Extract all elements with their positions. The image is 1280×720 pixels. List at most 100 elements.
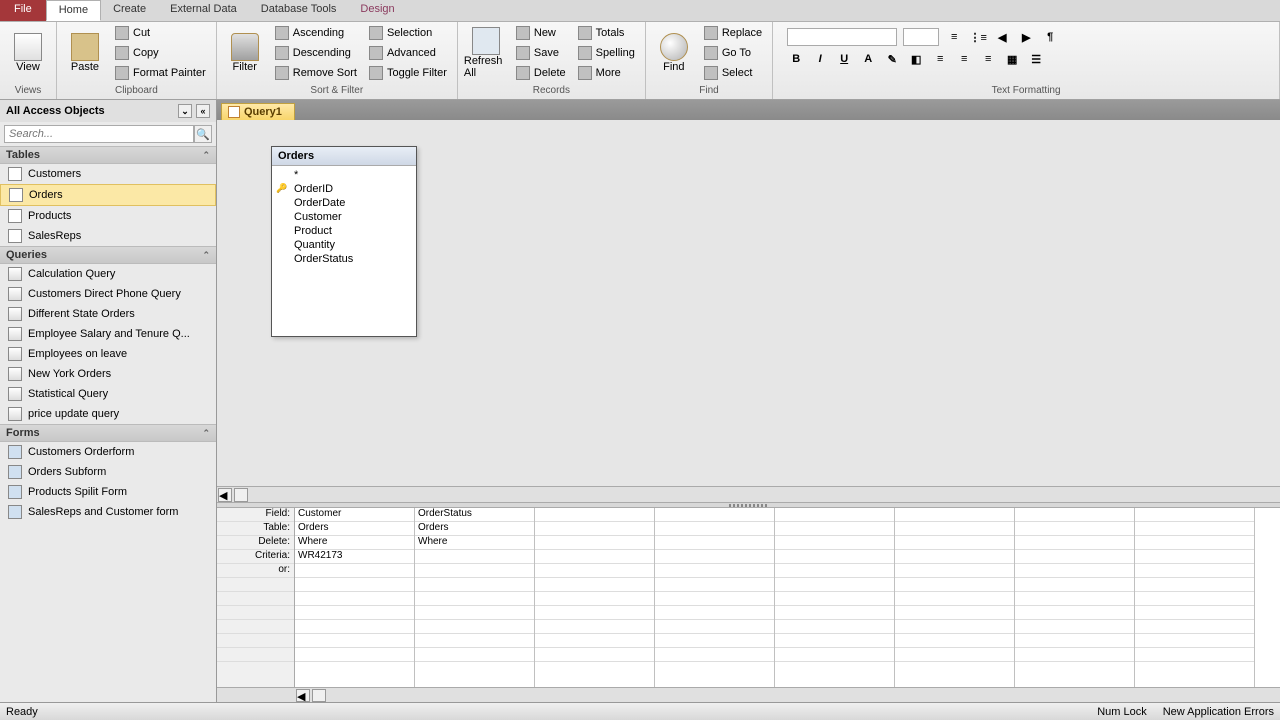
- grid-col-empty[interactable]: [775, 508, 895, 687]
- format-painter-button[interactable]: Format Painter: [111, 64, 210, 82]
- form-products-split[interactable]: Products Spilit Form: [0, 482, 216, 502]
- query-different-state[interactable]: Different State Orders: [0, 304, 216, 324]
- view-button[interactable]: View: [6, 24, 50, 82]
- table-orders[interactable]: Orders: [0, 184, 216, 206]
- form-orders-subform[interactable]: Orders Subform: [0, 462, 216, 482]
- form-customers-orderform[interactable]: Customers Orderform: [0, 442, 216, 462]
- query-design-upper[interactable]: Orders * OrderID OrderDate Customer Prod…: [217, 120, 1280, 502]
- grid-col-empty[interactable]: [1135, 508, 1255, 687]
- grid-cell[interactable]: OrderStatus: [415, 508, 534, 522]
- chevron-up-icon[interactable]: ⌃: [202, 250, 210, 261]
- new-button[interactable]: New: [512, 24, 570, 42]
- find-button[interactable]: Find: [652, 24, 696, 82]
- section-tables[interactable]: Tables⌃: [0, 146, 216, 164]
- grid-cell[interactable]: Orders: [295, 522, 414, 536]
- field-customer[interactable]: Customer: [272, 210, 416, 224]
- chevron-up-icon[interactable]: ⌃: [202, 150, 210, 161]
- grid-col-empty[interactable]: [895, 508, 1015, 687]
- grid-cell[interactable]: [295, 564, 414, 578]
- field-orderdate[interactable]: OrderDate: [272, 196, 416, 210]
- table-salesreps[interactable]: SalesReps: [0, 226, 216, 246]
- bold-button[interactable]: B: [787, 50, 805, 68]
- highlight-icon[interactable]: ✎: [883, 50, 901, 68]
- tab-design[interactable]: Design: [348, 0, 406, 21]
- status-errors[interactable]: New Application Errors: [1163, 706, 1274, 718]
- grid-cell[interactable]: Where: [415, 536, 534, 550]
- query-customers-phone[interactable]: Customers Direct Phone Query: [0, 284, 216, 304]
- refresh-all-button[interactable]: Refresh All: [464, 24, 508, 82]
- tab-file[interactable]: File: [0, 0, 46, 21]
- grid-cell[interactable]: Orders: [415, 522, 534, 536]
- field-product[interactable]: Product: [272, 224, 416, 238]
- field-orderstatus[interactable]: OrderStatus: [272, 252, 416, 266]
- tab-home[interactable]: Home: [46, 0, 101, 21]
- field-star[interactable]: *: [272, 168, 416, 182]
- nav-dropdown-icon[interactable]: ⌄: [178, 104, 192, 118]
- delete-button[interactable]: Delete: [512, 64, 570, 82]
- section-forms[interactable]: Forms⌃: [0, 424, 216, 442]
- copy-button[interactable]: Copy: [111, 44, 210, 62]
- grid-cell[interactable]: Where: [295, 536, 414, 550]
- font-combo[interactable]: [787, 28, 897, 46]
- grid-horizontal-scroll[interactable]: ◀: [217, 687, 1280, 702]
- section-queries[interactable]: Queries⌃: [0, 246, 216, 264]
- table-box-orders[interactable]: Orders * OrderID OrderDate Customer Prod…: [271, 146, 417, 337]
- tab-external-data[interactable]: External Data: [158, 0, 249, 21]
- selection-button[interactable]: Selection: [365, 24, 451, 42]
- cut-button[interactable]: Cut: [111, 24, 210, 42]
- grid-col-empty[interactable]: [535, 508, 655, 687]
- grid-col-empty[interactable]: [1015, 508, 1135, 687]
- increase-indent-icon[interactable]: ▶: [1017, 28, 1035, 46]
- query-employees-leave[interactable]: Employees on leave: [0, 344, 216, 364]
- spelling-button[interactable]: Spelling: [574, 44, 639, 62]
- grid-cell[interactable]: [415, 564, 534, 578]
- numbering-icon[interactable]: ⋮≡: [969, 28, 987, 46]
- field-orderid[interactable]: OrderID: [272, 182, 416, 196]
- search-input[interactable]: [4, 125, 194, 143]
- text-direction-icon[interactable]: ¶: [1041, 28, 1059, 46]
- chevron-up-icon[interactable]: ⌃: [202, 428, 210, 439]
- grid-cell[interactable]: WR42173: [295, 550, 414, 564]
- font-size-combo[interactable]: [903, 28, 939, 46]
- align-center-icon[interactable]: ≡: [955, 50, 973, 68]
- scroll-left-icon[interactable]: ◀: [218, 488, 232, 502]
- grid-col-1[interactable]: OrderStatus Orders Where: [415, 508, 535, 687]
- filter-button[interactable]: Filter: [223, 24, 267, 82]
- query-price-update[interactable]: price update query: [0, 404, 216, 424]
- align-right-icon[interactable]: ≡: [979, 50, 997, 68]
- query-calculation[interactable]: Calculation Query: [0, 264, 216, 284]
- query-employee-salary[interactable]: Employee Salary and Tenure Q...: [0, 324, 216, 344]
- italic-button[interactable]: I: [811, 50, 829, 68]
- more-button[interactable]: More: [574, 64, 639, 82]
- font-color-icon[interactable]: A: [859, 50, 877, 68]
- totals-button[interactable]: Totals: [574, 24, 639, 42]
- advanced-button[interactable]: Advanced: [365, 44, 451, 62]
- alternate-row-icon[interactable]: ☰: [1027, 50, 1045, 68]
- grid-cell[interactable]: Customer: [295, 508, 414, 522]
- grid-cell[interactable]: [415, 550, 534, 564]
- query-statistical[interactable]: Statistical Query: [0, 384, 216, 404]
- descending-button[interactable]: Descending: [271, 44, 361, 62]
- field-quantity[interactable]: Quantity: [272, 238, 416, 252]
- toggle-filter-button[interactable]: Toggle Filter: [365, 64, 451, 82]
- ascending-button[interactable]: Ascending: [271, 24, 361, 42]
- fill-color-icon[interactable]: ◧: [907, 50, 925, 68]
- scroll-left-icon[interactable]: ◀: [296, 689, 310, 702]
- scroll-thumb[interactable]: [234, 488, 248, 502]
- paste-button[interactable]: Paste: [63, 24, 107, 82]
- tab-database-tools[interactable]: Database Tools: [249, 0, 349, 21]
- replace-button[interactable]: Replace: [700, 24, 766, 42]
- goto-button[interactable]: Go To: [700, 44, 766, 62]
- gridlines-icon[interactable]: ▦: [1003, 50, 1021, 68]
- align-left-icon[interactable]: ≡: [931, 50, 949, 68]
- underline-button[interactable]: U: [835, 50, 853, 68]
- tab-create[interactable]: Create: [101, 0, 158, 21]
- remove-sort-button[interactable]: Remove Sort: [271, 64, 361, 82]
- table-customers[interactable]: Customers: [0, 164, 216, 184]
- query-newyork-orders[interactable]: New York Orders: [0, 364, 216, 384]
- bullets-icon[interactable]: ≡: [945, 28, 963, 46]
- nav-pane-header[interactable]: All Access Objects ⌄ «: [0, 100, 216, 122]
- search-button[interactable]: 🔍: [194, 125, 212, 143]
- save-button[interactable]: Save: [512, 44, 570, 62]
- grid-col-0[interactable]: Customer Orders Where WR42173: [295, 508, 415, 687]
